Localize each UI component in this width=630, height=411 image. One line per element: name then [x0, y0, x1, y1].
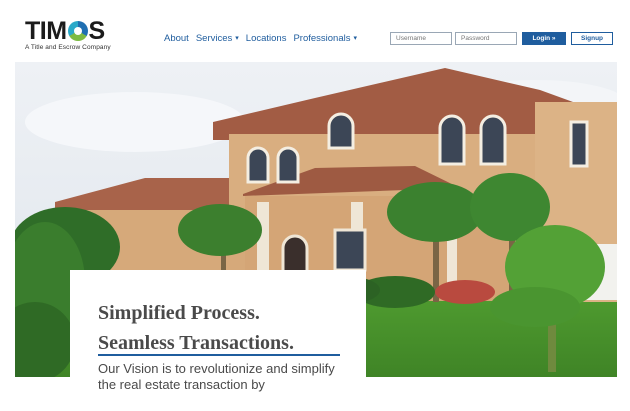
login-form: Login » Signup: [390, 32, 613, 45]
logo-text-right: S: [88, 17, 106, 45]
logo-wordmark: TIM S: [25, 17, 111, 45]
logo-tagline: A Title and Escrow Company: [25, 44, 111, 51]
page: TIM S A Title and Escrow Company About S…: [15, 0, 617, 411]
hero-body-text: Our Vision is to revolutionize and simpl…: [98, 361, 335, 392]
nav-item-professionals[interactable]: Professionals ▾: [293, 33, 357, 44]
headline-divider: [98, 354, 340, 356]
nav-label: Locations: [245, 33, 287, 44]
chevron-down-icon: ▾: [235, 35, 239, 42]
timios-logo[interactable]: TIM S A Title and Escrow Company: [25, 17, 111, 52]
logo-text-left: TIM: [25, 17, 67, 45]
logo-globe-icon: [67, 21, 88, 41]
login-button[interactable]: Login »: [522, 32, 566, 45]
nav-item-locations[interactable]: Locations: [246, 33, 287, 44]
nav-item-services[interactable]: Services ▾: [196, 33, 239, 44]
hero-headline: Simplified Process. Seamless Transaction…: [98, 298, 358, 358]
headline-line-1: Simplified Process.: [98, 302, 260, 324]
nav-item-about[interactable]: About: [164, 33, 189, 44]
signup-button[interactable]: Signup: [571, 32, 613, 45]
site-header: TIM S A Title and Escrow Company About S…: [15, 0, 617, 62]
nav-label: Services: [195, 33, 233, 44]
password-input[interactable]: [455, 32, 517, 45]
main-nav: About Services ▾ Locations Professionals ▾: [164, 33, 364, 44]
nav-label: Professionals: [293, 33, 351, 44]
hero-card: Simplified Process. Seamless Transaction…: [70, 270, 366, 411]
username-input[interactable]: [390, 32, 452, 45]
nav-label: About: [164, 33, 189, 44]
chevron-down-icon: ▾: [353, 35, 357, 42]
